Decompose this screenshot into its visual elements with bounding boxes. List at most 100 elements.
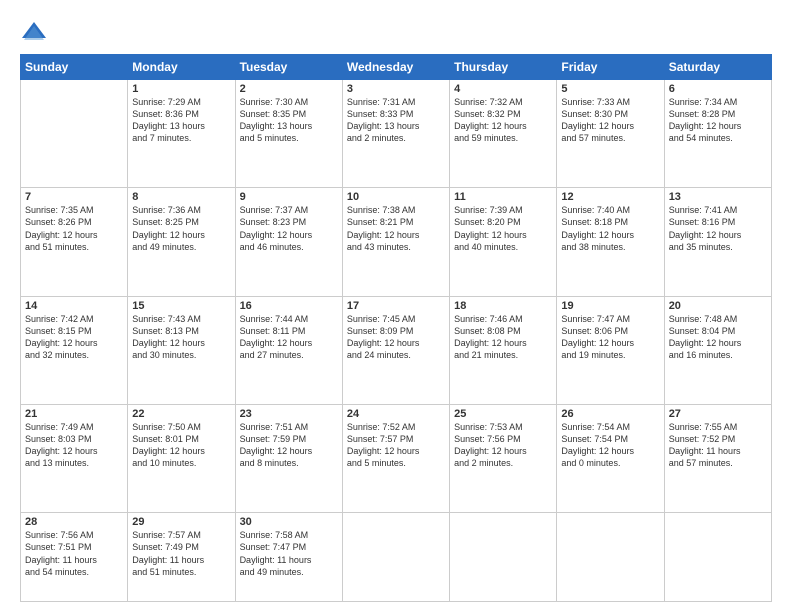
table-row: 9Sunrise: 7:37 AM Sunset: 8:23 PM Daylig… <box>235 188 342 296</box>
day-info: Sunrise: 7:33 AM Sunset: 8:30 PM Dayligh… <box>561 96 659 145</box>
day-info: Sunrise: 7:31 AM Sunset: 8:33 PM Dayligh… <box>347 96 445 145</box>
logo-icon <box>20 18 48 46</box>
table-row: 10Sunrise: 7:38 AM Sunset: 8:21 PM Dayli… <box>342 188 449 296</box>
calendar-table: Sunday Monday Tuesday Wednesday Thursday… <box>20 54 772 602</box>
col-saturday: Saturday <box>664 55 771 80</box>
table-row <box>664 513 771 602</box>
table-row: 25Sunrise: 7:53 AM Sunset: 7:56 PM Dayli… <box>450 404 557 512</box>
day-number: 3 <box>347 83 445 95</box>
col-tuesday: Tuesday <box>235 55 342 80</box>
table-row: 8Sunrise: 7:36 AM Sunset: 8:25 PM Daylig… <box>128 188 235 296</box>
day-info: Sunrise: 7:35 AM Sunset: 8:26 PM Dayligh… <box>25 204 123 253</box>
table-row: 18Sunrise: 7:46 AM Sunset: 8:08 PM Dayli… <box>450 296 557 404</box>
day-number: 5 <box>561 83 659 95</box>
table-row: 3Sunrise: 7:31 AM Sunset: 8:33 PM Daylig… <box>342 80 449 188</box>
day-number: 9 <box>240 191 338 203</box>
table-row: 26Sunrise: 7:54 AM Sunset: 7:54 PM Dayli… <box>557 404 664 512</box>
day-info: Sunrise: 7:55 AM Sunset: 7:52 PM Dayligh… <box>669 421 767 470</box>
col-friday: Friday <box>557 55 664 80</box>
day-number: 20 <box>669 300 767 312</box>
table-row: 23Sunrise: 7:51 AM Sunset: 7:59 PM Dayli… <box>235 404 342 512</box>
table-row: 11Sunrise: 7:39 AM Sunset: 8:20 PM Dayli… <box>450 188 557 296</box>
day-info: Sunrise: 7:48 AM Sunset: 8:04 PM Dayligh… <box>669 313 767 362</box>
day-info: Sunrise: 7:30 AM Sunset: 8:35 PM Dayligh… <box>240 96 338 145</box>
day-number: 21 <box>25 408 123 420</box>
day-info: Sunrise: 7:46 AM Sunset: 8:08 PM Dayligh… <box>454 313 552 362</box>
day-info: Sunrise: 7:52 AM Sunset: 7:57 PM Dayligh… <box>347 421 445 470</box>
day-info: Sunrise: 7:29 AM Sunset: 8:36 PM Dayligh… <box>132 96 230 145</box>
table-row: 6Sunrise: 7:34 AM Sunset: 8:28 PM Daylig… <box>664 80 771 188</box>
day-number: 16 <box>240 300 338 312</box>
day-info: Sunrise: 7:51 AM Sunset: 7:59 PM Dayligh… <box>240 421 338 470</box>
day-number: 11 <box>454 191 552 203</box>
day-number: 13 <box>669 191 767 203</box>
day-info: Sunrise: 7:56 AM Sunset: 7:51 PM Dayligh… <box>25 529 123 578</box>
day-number: 2 <box>240 83 338 95</box>
table-row: 27Sunrise: 7:55 AM Sunset: 7:52 PM Dayli… <box>664 404 771 512</box>
page: Sunday Monday Tuesday Wednesday Thursday… <box>0 0 792 612</box>
calendar-header-row: Sunday Monday Tuesday Wednesday Thursday… <box>21 55 772 80</box>
day-number: 15 <box>132 300 230 312</box>
table-row: 28Sunrise: 7:56 AM Sunset: 7:51 PM Dayli… <box>21 513 128 602</box>
table-row <box>450 513 557 602</box>
day-info: Sunrise: 7:45 AM Sunset: 8:09 PM Dayligh… <box>347 313 445 362</box>
table-row: 24Sunrise: 7:52 AM Sunset: 7:57 PM Dayli… <box>342 404 449 512</box>
day-info: Sunrise: 7:36 AM Sunset: 8:25 PM Dayligh… <box>132 204 230 253</box>
day-number: 6 <box>669 83 767 95</box>
day-number: 14 <box>25 300 123 312</box>
col-wednesday: Wednesday <box>342 55 449 80</box>
day-number: 25 <box>454 408 552 420</box>
day-number: 12 <box>561 191 659 203</box>
logo <box>20 18 52 46</box>
day-number: 8 <box>132 191 230 203</box>
day-info: Sunrise: 7:41 AM Sunset: 8:16 PM Dayligh… <box>669 204 767 253</box>
day-number: 22 <box>132 408 230 420</box>
day-number: 17 <box>347 300 445 312</box>
table-row: 2Sunrise: 7:30 AM Sunset: 8:35 PM Daylig… <box>235 80 342 188</box>
table-row: 19Sunrise: 7:47 AM Sunset: 8:06 PM Dayli… <box>557 296 664 404</box>
day-info: Sunrise: 7:44 AM Sunset: 8:11 PM Dayligh… <box>240 313 338 362</box>
header <box>20 18 772 46</box>
col-thursday: Thursday <box>450 55 557 80</box>
day-info: Sunrise: 7:50 AM Sunset: 8:01 PM Dayligh… <box>132 421 230 470</box>
day-number: 29 <box>132 516 230 528</box>
day-info: Sunrise: 7:57 AM Sunset: 7:49 PM Dayligh… <box>132 529 230 578</box>
day-info: Sunrise: 7:53 AM Sunset: 7:56 PM Dayligh… <box>454 421 552 470</box>
day-info: Sunrise: 7:47 AM Sunset: 8:06 PM Dayligh… <box>561 313 659 362</box>
table-row: 16Sunrise: 7:44 AM Sunset: 8:11 PM Dayli… <box>235 296 342 404</box>
day-number: 26 <box>561 408 659 420</box>
day-number: 18 <box>454 300 552 312</box>
day-number: 4 <box>454 83 552 95</box>
table-row: 22Sunrise: 7:50 AM Sunset: 8:01 PM Dayli… <box>128 404 235 512</box>
day-info: Sunrise: 7:49 AM Sunset: 8:03 PM Dayligh… <box>25 421 123 470</box>
day-number: 23 <box>240 408 338 420</box>
table-row: 7Sunrise: 7:35 AM Sunset: 8:26 PM Daylig… <box>21 188 128 296</box>
table-row: 5Sunrise: 7:33 AM Sunset: 8:30 PM Daylig… <box>557 80 664 188</box>
day-info: Sunrise: 7:38 AM Sunset: 8:21 PM Dayligh… <box>347 204 445 253</box>
table-row: 30Sunrise: 7:58 AM Sunset: 7:47 PM Dayli… <box>235 513 342 602</box>
day-info: Sunrise: 7:42 AM Sunset: 8:15 PM Dayligh… <box>25 313 123 362</box>
day-number: 1 <box>132 83 230 95</box>
table-row: 13Sunrise: 7:41 AM Sunset: 8:16 PM Dayli… <box>664 188 771 296</box>
day-info: Sunrise: 7:37 AM Sunset: 8:23 PM Dayligh… <box>240 204 338 253</box>
calendar-week-row: 7Sunrise: 7:35 AM Sunset: 8:26 PM Daylig… <box>21 188 772 296</box>
table-row: 21Sunrise: 7:49 AM Sunset: 8:03 PM Dayli… <box>21 404 128 512</box>
day-info: Sunrise: 7:40 AM Sunset: 8:18 PM Dayligh… <box>561 204 659 253</box>
day-info: Sunrise: 7:39 AM Sunset: 8:20 PM Dayligh… <box>454 204 552 253</box>
day-info: Sunrise: 7:32 AM Sunset: 8:32 PM Dayligh… <box>454 96 552 145</box>
day-info: Sunrise: 7:58 AM Sunset: 7:47 PM Dayligh… <box>240 529 338 578</box>
col-sunday: Sunday <box>21 55 128 80</box>
table-row <box>342 513 449 602</box>
calendar-week-row: 1Sunrise: 7:29 AM Sunset: 8:36 PM Daylig… <box>21 80 772 188</box>
table-row: 17Sunrise: 7:45 AM Sunset: 8:09 PM Dayli… <box>342 296 449 404</box>
table-row: 20Sunrise: 7:48 AM Sunset: 8:04 PM Dayli… <box>664 296 771 404</box>
table-row: 14Sunrise: 7:42 AM Sunset: 8:15 PM Dayli… <box>21 296 128 404</box>
day-number: 10 <box>347 191 445 203</box>
day-number: 30 <box>240 516 338 528</box>
calendar-week-row: 14Sunrise: 7:42 AM Sunset: 8:15 PM Dayli… <box>21 296 772 404</box>
day-number: 7 <box>25 191 123 203</box>
table-row: 4Sunrise: 7:32 AM Sunset: 8:32 PM Daylig… <box>450 80 557 188</box>
table-row: 15Sunrise: 7:43 AM Sunset: 8:13 PM Dayli… <box>128 296 235 404</box>
day-number: 27 <box>669 408 767 420</box>
table-row: 12Sunrise: 7:40 AM Sunset: 8:18 PM Dayli… <box>557 188 664 296</box>
